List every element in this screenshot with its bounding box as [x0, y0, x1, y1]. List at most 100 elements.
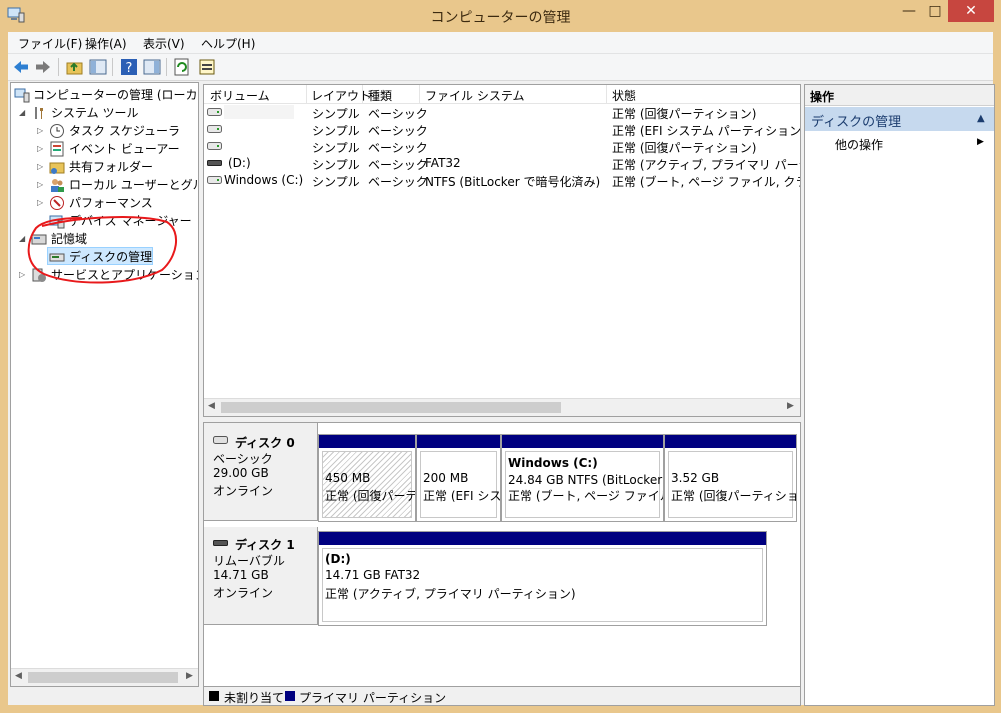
disk-name: ディスク 1	[235, 538, 295, 552]
minimize-button[interactable]: —	[896, 0, 922, 22]
removable-disk-icon	[213, 540, 228, 546]
expand-arrow-icon[interactable]: ▷	[37, 194, 43, 212]
legend-swatch-unallocated	[209, 691, 219, 701]
volume-row[interactable]: シンプル ベーシック 正常 (回復パーティション)	[204, 138, 800, 155]
performance-icon	[50, 196, 64, 210]
column-divider[interactable]	[419, 85, 420, 103]
tree-item-root[interactable]: コンピューターの管理 (ローカル)	[11, 86, 198, 104]
app-window: コンピューターの管理 — □ ✕ ファイル(F) 操作(A) 表示(V) ヘルプ…	[0, 0, 1001, 713]
column-volume[interactable]: ボリューム	[210, 87, 270, 104]
disk-0-info[interactable]: ディスク 0 ベーシック 29.00 GB オンライン	[204, 423, 318, 521]
scroll-left-icon[interactable]: ◀	[208, 401, 215, 411]
partition-d[interactable]: (D:) 14.71 GB FAT32 正常 (アクティブ, プライマリ パーテ…	[318, 531, 767, 626]
menu-view[interactable]: 表示(V)	[143, 35, 185, 52]
volume-list-horizontal-scrollbar[interactable]: ◀ ▶	[204, 398, 800, 416]
volume-row[interactable]: シンプル ベーシック 正常 (EFI システム パーティション)	[204, 121, 800, 138]
disk-size: 14.71 GB	[213, 568, 269, 582]
expand-arrow-icon[interactable]: ▷	[37, 158, 43, 176]
partition-type-bar	[665, 435, 796, 448]
volume-name-placeholder	[224, 105, 294, 119]
toolbar: ?	[8, 54, 993, 81]
drive-icon	[207, 125, 222, 133]
scrollbar-thumb[interactable]	[28, 672, 178, 683]
submenu-arrow-icon[interactable]: ▶	[977, 137, 984, 147]
back-arrow-icon[interactable]	[12, 58, 30, 76]
collapse-up-icon[interactable]: ▲	[977, 113, 985, 124]
svg-text:?: ?	[126, 61, 133, 76]
partition-efi[interactable]: 200 MB 正常 (EFI システム パーティション)	[416, 434, 501, 522]
title-bar[interactable]: コンピューターの管理 — □ ✕	[0, 0, 1001, 32]
shared-folder-icon	[49, 162, 65, 174]
volume-row[interactable]: (D:) シンプル ベーシック FAT32 正常 (アクティブ, プライマリ パ…	[204, 155, 800, 172]
tree-horizontal-scrollbar[interactable]: ◀ ▶	[11, 668, 198, 686]
column-divider[interactable]	[306, 85, 307, 103]
volume-list: ボリューム レイアウト 種類 ファイル システム 状態 シンプル ベーシック 正…	[203, 84, 801, 417]
actions-section-disk-management[interactable]: ディスクの管理 ▲	[805, 107, 994, 131]
column-divider[interactable]	[606, 85, 607, 103]
maximize-button[interactable]: □	[922, 0, 948, 22]
legend-label: 未割り当て	[224, 691, 285, 705]
actions-pane: 操作 ディスクの管理 ▲ 他の操作 ▶	[804, 84, 995, 706]
scroll-right-icon[interactable]: ▶	[787, 401, 794, 411]
disk-kind: リムーバブル	[213, 554, 285, 568]
column-filesystem[interactable]: ファイル システム	[425, 87, 524, 104]
help-icon[interactable]: ?	[120, 58, 138, 76]
tree-item-shared-folders[interactable]: ▷ 共有フォルダー	[11, 158, 196, 176]
volume-row[interactable]: シンプル ベーシック 正常 (回復パーティション)	[204, 104, 800, 121]
disk-1-info[interactable]: ディスク 1 リムーバブル 14.71 GB オンライン	[204, 527, 318, 625]
partition-type-bar	[319, 435, 415, 448]
refresh-icon[interactable]	[173, 58, 191, 76]
close-button[interactable]: ✕	[948, 0, 994, 22]
disk-state: オンライン	[213, 484, 274, 498]
volume-row[interactable]: Windows (C:) シンプル ベーシック NTFS (BitLocker …	[204, 172, 800, 189]
menu-action[interactable]: 操作(A)	[85, 35, 127, 52]
scroll-left-icon[interactable]: ◀	[15, 671, 22, 681]
disk-size: 29.00 GB	[213, 466, 269, 480]
more-actions-link[interactable]: 他の操作	[835, 136, 883, 153]
toolbar-separator	[58, 58, 59, 76]
menu-file[interactable]: ファイル(F)	[18, 35, 82, 52]
disk-graphical-view: ディスク 0 ベーシック 29.00 GB オンライン 450 MB 正常 (回…	[203, 422, 801, 687]
partition-recovery-1[interactable]: 450 MB 正常 (回復パーティション)	[318, 434, 416, 522]
properties-icon[interactable]	[198, 58, 216, 76]
menu-help[interactable]: ヘルプ(H)	[201, 35, 255, 52]
volume-list-header: ボリューム レイアウト 種類 ファイル システム 状態	[204, 85, 800, 104]
event-log-icon	[50, 141, 64, 157]
users-icon	[51, 179, 64, 192]
partition-type-bar	[417, 435, 500, 448]
drive-icon	[207, 176, 222, 184]
drive-icon	[207, 108, 222, 116]
tree-item-system-tools[interactable]: ◢ システム ツール	[11, 104, 196, 122]
legend-label: プライマリ パーティション	[299, 691, 447, 705]
partition-windows-c[interactable]: Windows (C:) 24.84 GB NTFS (BitLocker で暗…	[501, 434, 664, 522]
removable-drive-icon	[207, 160, 222, 166]
partition-type-bar	[319, 532, 766, 545]
scroll-right-icon[interactable]: ▶	[186, 671, 193, 681]
column-type[interactable]: 種類	[368, 87, 392, 104]
forward-arrow-icon[interactable]	[34, 58, 52, 76]
tree-item-event-viewer[interactable]: ▷ イベント ビューアー	[11, 140, 196, 158]
column-status[interactable]: 状態	[612, 87, 636, 104]
expand-arrow-icon[interactable]: ▷	[37, 122, 43, 140]
window-title: コンピューターの管理	[430, 10, 571, 26]
collapse-arrow-icon[interactable]: ◢	[19, 104, 25, 122]
tools-icon	[35, 107, 43, 119]
scrollbar-thumb[interactable]	[221, 402, 561, 413]
column-divider[interactable]	[362, 85, 363, 103]
actions-header: 操作	[805, 85, 994, 106]
expand-arrow-icon[interactable]: ▷	[37, 176, 43, 194]
tree-item-performance[interactable]: ▷ パフォーマンス	[11, 194, 196, 212]
disk-state: オンライン	[213, 586, 274, 600]
partition-recovery-2[interactable]: 3.52 GB 正常 (回復パーティション)	[664, 434, 797, 522]
tree-item-local-users[interactable]: ▷ ローカル ユーザーとグループ	[11, 176, 198, 194]
tree-item-task-scheduler[interactable]: ▷ タスク スケジューラ	[11, 122, 196, 140]
show-hide-action-pane-icon[interactable]	[143, 58, 161, 76]
show-hide-tree-icon[interactable]	[89, 58, 107, 76]
expand-arrow-icon[interactable]: ▷	[37, 140, 43, 158]
client-area: ファイル(F) 操作(A) 表示(V) ヘルプ(H) ? コンピューターの管理 …	[8, 32, 995, 706]
disk-name: ディスク 0	[235, 436, 295, 450]
computer-management-icon	[14, 88, 30, 103]
red-annotation-circle	[27, 216, 177, 284]
clock-icon	[50, 124, 64, 138]
up-folder-icon[interactable]	[66, 58, 84, 76]
